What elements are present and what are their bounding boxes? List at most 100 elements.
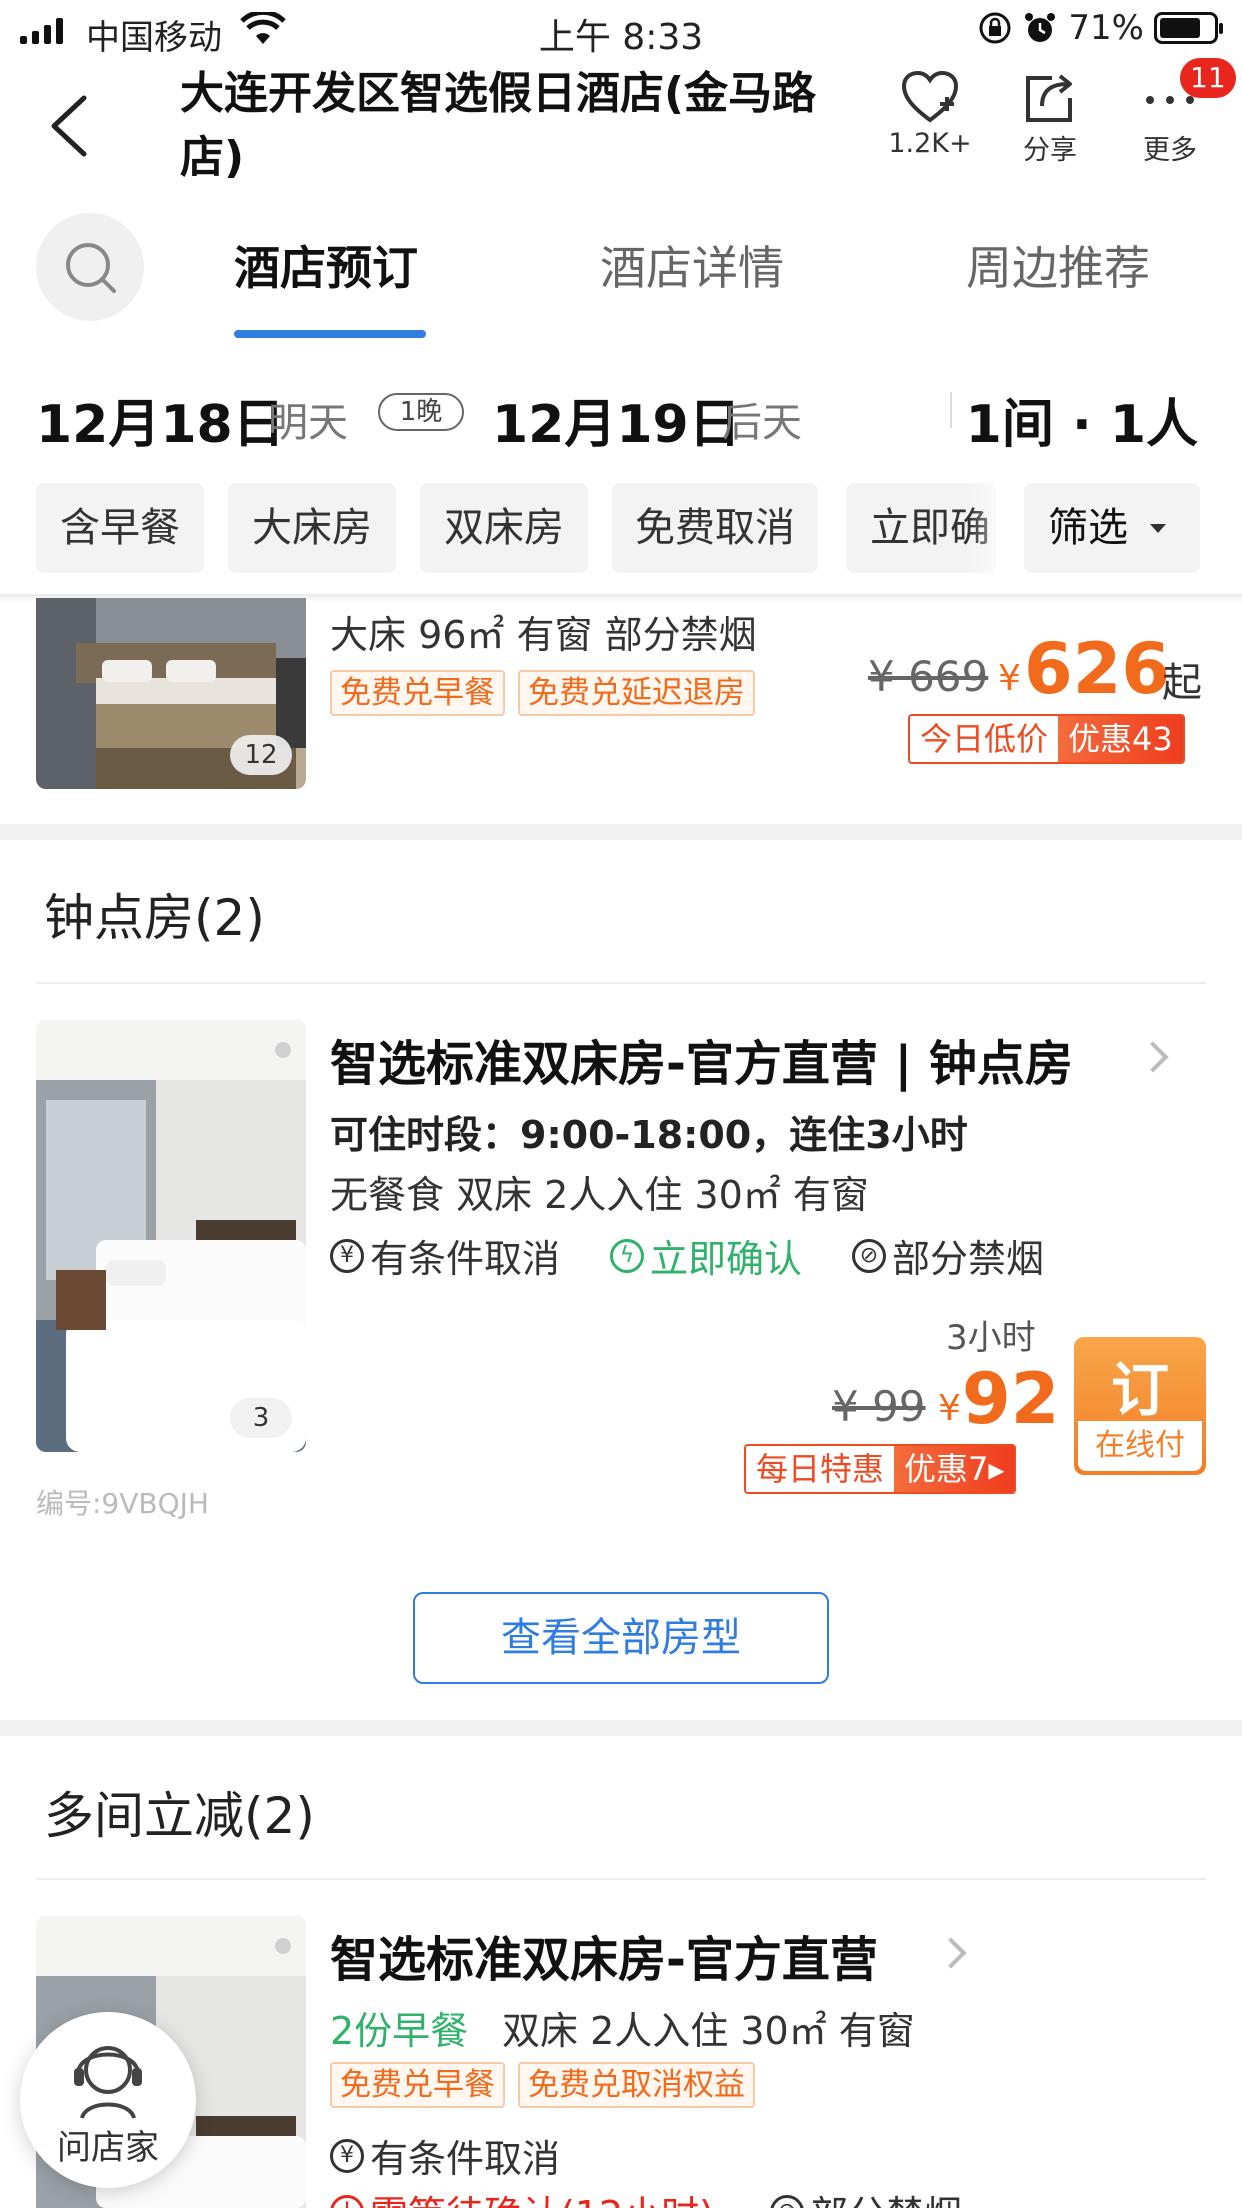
tab-hotel-booking[interactable]: 酒店预订	[234, 232, 418, 298]
confirm-policy-label: 需等待确认(12小时)	[370, 2184, 714, 2208]
cancel-policy: ¥ 有条件取消	[330, 1228, 560, 1283]
no-smoking-icon: ⊘	[852, 1238, 886, 1273]
battery-percent: 71%	[1068, 8, 1144, 48]
room-photo[interactable]: 3	[36, 1020, 306, 1452]
smoking-policy-label: 部分禁烟	[892, 1237, 1045, 1281]
checkin-day: 明天	[268, 400, 348, 446]
alarm-icon	[1025, 13, 1056, 42]
caret-down-icon	[1150, 524, 1166, 533]
breakfast-info: 2份早餐	[330, 2009, 469, 2053]
smoking-policy-label: 部分禁烟	[810, 2184, 962, 2208]
favorite-count: 1.2K+	[888, 128, 972, 159]
ask-host-label: 问店家	[57, 2128, 159, 2168]
back-arrow-icon[interactable]	[40, 90, 100, 160]
smoking-policy: ⊘ 部分禁烟	[770, 2184, 962, 2208]
tag-free-breakfast: 免费兑早餐	[330, 670, 505, 716]
currency-symbol: ¥	[998, 658, 1021, 699]
confirm-policy: ϟ 立即确认	[610, 1228, 802, 1283]
tag-free-cancel-benefit: 免费兑取消权益	[518, 2062, 755, 2108]
share-icon	[1026, 74, 1072, 122]
filter-dropdown-button[interactable]: 筛选	[1024, 483, 1200, 573]
search-button[interactable]	[36, 213, 144, 321]
promo-label: 今日低价	[910, 716, 1059, 762]
book-label: 订	[1110, 1356, 1169, 1424]
photo-count: 3	[230, 1398, 292, 1438]
yen-circle-icon: ¥	[330, 1238, 364, 1273]
share-button[interactable]: 分享	[995, 70, 1105, 167]
tab-hotel-details[interactable]: 酒店详情	[600, 232, 784, 298]
original-price: ¥ 669	[868, 652, 989, 701]
share-label: 分享	[1023, 135, 1077, 166]
tag-free-breakfast: 免费兑早餐	[330, 2062, 505, 2108]
customer-service-icon	[74, 2046, 142, 2119]
promo-discount: 优惠7▸	[894, 1446, 1015, 1492]
clock-icon: !	[330, 2194, 364, 2208]
filter-breakfast[interactable]: 含早餐	[36, 483, 204, 573]
promo-badge[interactable]: 每日特惠 优惠7▸	[744, 1444, 1017, 1494]
book-button[interactable]: 订 在线付	[1074, 1337, 1206, 1475]
no-smoking-icon: ⊘	[770, 2194, 804, 2208]
view-all-rooms-button[interactable]: 查看全部房型	[413, 1592, 829, 1684]
promo-label: 每日特惠	[746, 1446, 895, 1492]
filter-free-cancel[interactable]: 免费取消	[612, 483, 818, 573]
section-separator	[0, 1720, 1242, 1736]
chip-fade	[970, 483, 1020, 573]
cancel-policy-label: 有条件取消	[370, 1237, 561, 1281]
rotation-lock-icon	[979, 12, 1011, 44]
filter-label: 筛选	[1048, 505, 1128, 551]
status-bar: 中国移动 上午 8:33 71%	[0, 0, 1242, 60]
room-details: 大床 96㎡ 有窗 部分禁烟	[330, 613, 757, 657]
more-label: 更多	[1143, 135, 1197, 166]
yen-circle-icon: ¥	[330, 2138, 364, 2173]
battery-icon	[1154, 12, 1223, 44]
section-title-multi-room: 多间立减(2)	[44, 1787, 315, 1845]
filter-twin-bed[interactable]: 双床房	[420, 483, 588, 573]
currency-symbol: ¥	[938, 1388, 961, 1429]
room-details: 无餐食 双床 2人入住 30㎡ 有窗	[330, 1173, 869, 1217]
checkout-date[interactable]: 12月19日	[492, 382, 741, 457]
photo-count: 12	[230, 735, 292, 775]
stay-time-window: 可住时段：9:00-18:00，连住3小时	[330, 1113, 968, 1157]
confirm-policy-label: 立即确认	[650, 1237, 803, 1281]
price-suffix: 起	[1162, 660, 1202, 706]
divider	[36, 982, 1206, 984]
tab-nearby[interactable]: 周边推荐	[966, 232, 1150, 298]
pay-online-label: 在线付	[1078, 1421, 1202, 1471]
heart-plus-icon	[901, 70, 959, 123]
current-price: 92	[962, 1358, 1060, 1440]
room-details: 双床 2人入住 30㎡ 有窗	[502, 2009, 915, 2053]
room-code: 编号:9VBQJH	[36, 1487, 209, 1520]
chevron-right-icon	[935, 1937, 967, 1969]
original-price: ¥ 99	[832, 1382, 926, 1431]
confirm-policy: ! 需等待确认(12小时)	[330, 2184, 714, 2208]
chevron-right-icon	[1137, 1041, 1169, 1073]
smoking-policy: ⊘部分禁烟	[852, 1228, 1044, 1283]
checkout-day: 后天	[722, 400, 802, 446]
section-title-hourly: 钟点房(2)	[44, 889, 265, 947]
room-photo[interactable]: 12	[36, 598, 306, 789]
duration: 3小时	[946, 1318, 1036, 1358]
current-price: 626	[1024, 628, 1171, 710]
tag-late-checkout: 免费兑延迟退房	[518, 670, 755, 716]
divider	[950, 392, 952, 428]
rooms-guests-selector[interactable]: 1间 · 1人	[966, 382, 1198, 457]
nights-badge: 1晚	[378, 393, 464, 431]
cancel-policy-label: 有条件取消	[370, 2137, 561, 2181]
room-name[interactable]: 智选标准双床房-官方直营 | 钟点房	[330, 1024, 1073, 1094]
room-name[interactable]: 智选标准双床房-官方直营	[330, 1920, 878, 1990]
favorite-button[interactable]: 1.2K+	[875, 70, 985, 159]
divider	[36, 1878, 1206, 1880]
notification-badge: 11	[1180, 58, 1236, 98]
cancel-policy: ¥ 有条件取消	[330, 2128, 560, 2183]
ask-host-button[interactable]: 问店家	[20, 2012, 196, 2188]
active-tab-indicator	[234, 330, 426, 338]
filter-king-bed[interactable]: 大床房	[228, 483, 396, 573]
promo-discount: 优惠43	[1058, 716, 1183, 762]
search-icon	[66, 243, 116, 293]
checkin-date[interactable]: 12月18日	[36, 382, 285, 457]
hotel-title: 大连开发区智选假日酒店(金马路店)	[180, 68, 817, 183]
lightning-icon: ϟ	[610, 1238, 644, 1273]
section-separator	[0, 824, 1242, 840]
promo-badge[interactable]: 今日低价 优惠43	[908, 714, 1185, 764]
room-photo-image	[36, 1020, 306, 1452]
